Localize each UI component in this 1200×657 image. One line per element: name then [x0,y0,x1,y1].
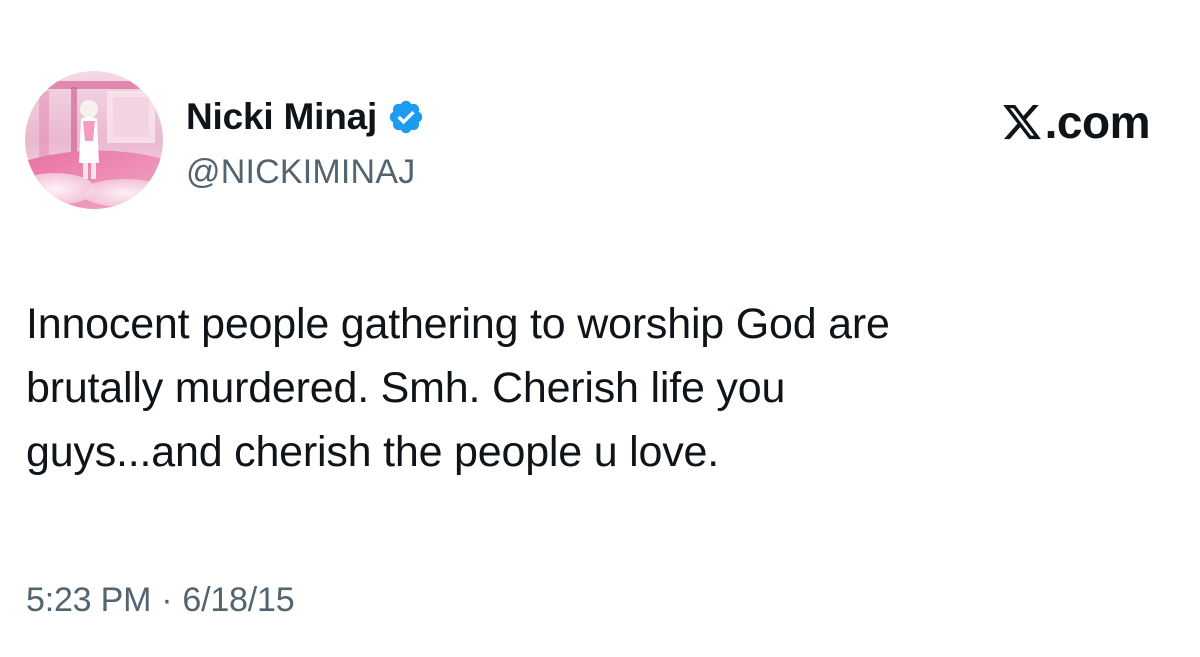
author-name-row: Nicki Minaj [186,94,425,140]
tweet-text-line: guys...and cherish the people u love. [26,428,720,476]
tweet-text-line: Innocent people gathering to worship God… [26,300,890,348]
tweet-timestamp[interactable]: 5:23 PM · 6/18/15 [26,576,295,624]
verified-badge-icon[interactable] [387,98,425,136]
tweet-text: Innocent people gathering to worship God… [26,292,1166,484]
avatar[interactable] [25,71,163,209]
author-handle[interactable]: @NICKIMINAJ [186,150,415,194]
tweet-time: 5:23 PM [26,581,152,619]
avatar-image [25,71,163,209]
tweet-text-line: brutally murdered. Smh. Cherish life you [26,364,786,412]
tweet-card: Nicki Minaj @NICKIMINAJ .com Innocent pe… [0,0,1200,657]
brand-domain-suffix: .com [1044,96,1151,148]
brand-logo: .com [1001,96,1151,148]
x-logo-icon [1002,104,1041,140]
meta-separator: · [161,581,173,619]
tweet-date: 6/18/15 [182,581,295,619]
display-name[interactable]: Nicki Minaj [186,94,377,140]
